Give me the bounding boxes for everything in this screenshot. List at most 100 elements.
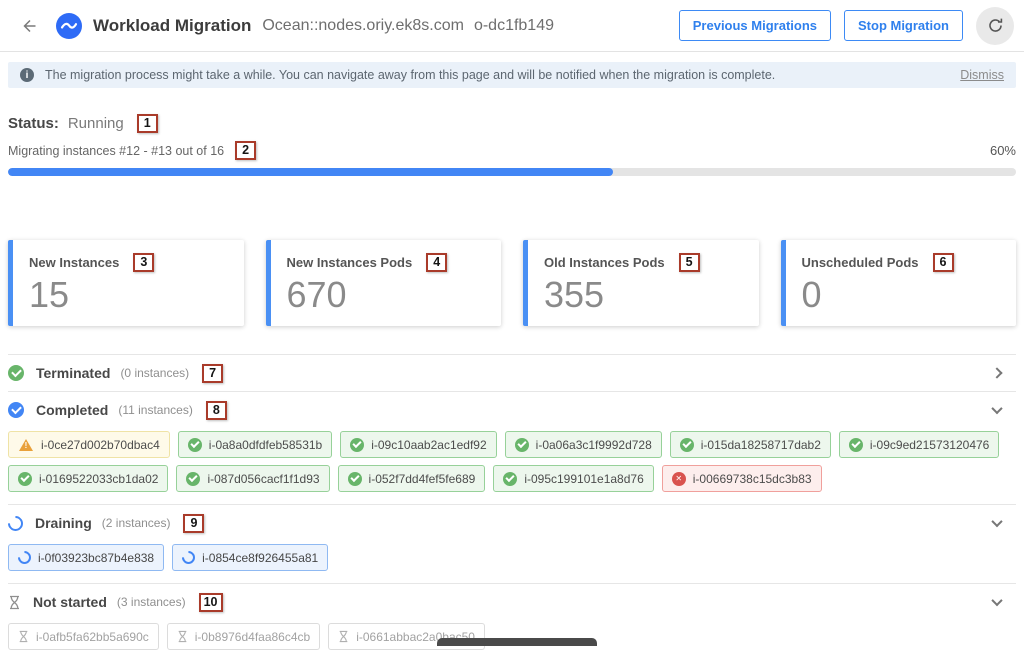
card-new-instances-pods: New Instances Pods 4 670 (266, 240, 502, 326)
cluster-name: Ocean::nodes.oriy.ek8s.com (262, 17, 464, 35)
progress-bar (8, 168, 1016, 176)
arrow-left-icon (20, 17, 38, 35)
card-label: New Instances Pods (287, 255, 413, 270)
instance-sections: Terminated (0 instances) 7 Completed (11… (8, 354, 1016, 650)
section-title: Completed (36, 402, 108, 418)
check-circle-green-icon (350, 438, 364, 452)
annotation-10: 10 (199, 593, 223, 612)
bottom-overlay-bar (437, 638, 597, 646)
chevron-down-icon[interactable] (990, 516, 1004, 530)
dismiss-link[interactable]: Dismiss (960, 68, 1004, 82)
refresh-icon (987, 17, 1004, 34)
annotation-5: 5 (679, 253, 700, 272)
hourglass-icon (338, 630, 349, 643)
section-completed: Completed (11 instances) 8 i-0ce27d002b7… (8, 391, 1016, 492)
hourglass-icon (8, 595, 21, 610)
top-bar: Workload Migration Ocean::nodes.oriy.ek8… (0, 0, 1024, 52)
progress-percent-label: 60% (990, 143, 1016, 158)
section-title: Draining (35, 515, 92, 531)
annotation-1: 1 (137, 114, 158, 133)
check-circle-green-icon (8, 365, 24, 381)
chevron-down-icon[interactable] (990, 403, 1004, 417)
instance-chip: i-00669738c15dc3b83 (662, 465, 822, 492)
section-count: (3 instances) (117, 595, 186, 609)
instance-chip: i-0169522033cb1da02 (8, 465, 168, 492)
section-title: Terminated (36, 365, 110, 381)
info-banner: The migration process might take a while… (8, 62, 1016, 88)
stop-migration-button[interactable]: Stop Migration (844, 10, 963, 41)
instance-chip: i-0a06a3c1f9992d728 (505, 431, 662, 458)
instance-chip: i-052f7dd4fef5fe689 (338, 465, 486, 492)
instance-chip: i-0f03923bc87b4e838 (8, 544, 164, 571)
card-new-instances: New Instances 3 15 (8, 240, 244, 326)
previous-migrations-button[interactable]: Previous Migrations (679, 10, 831, 41)
info-icon (20, 68, 34, 82)
instance-chip: i-015da18258717dab2 (670, 431, 831, 458)
status-label: Status: (8, 115, 59, 132)
main-content: Status: Running 1 Migrating instances #1… (0, 114, 1024, 650)
spinner-icon (179, 548, 197, 566)
instance-chip: i-087d056cacf1f1d93 (176, 465, 329, 492)
migration-id: o-dc1fb149 (474, 17, 554, 35)
check-circle-green-icon (503, 472, 517, 486)
check-circle-green-icon (680, 438, 694, 452)
instance-chip: i-0ce27d002b70dbac4 (8, 431, 170, 458)
check-circle-green-icon (186, 472, 200, 486)
progress-detail-row: Migrating instances #12 - #13 out of 16 … (8, 141, 1016, 160)
progress-fill (8, 168, 613, 176)
instance-chip: i-0854ce8f926455a81 (172, 544, 328, 571)
chevron-right-icon[interactable] (990, 366, 1004, 380)
check-circle-green-icon (515, 438, 529, 452)
section-draining: Draining (2 instances) 9 i-0f03923bc87b4… (8, 504, 1016, 571)
check-circle-green-icon (188, 438, 202, 452)
annotation-6: 6 (933, 253, 954, 272)
top-bar-actions: Previous Migrations Stop Migration (679, 7, 1014, 45)
page-title: Workload Migration (93, 16, 251, 36)
card-label: New Instances (29, 255, 119, 270)
section-not-started-header[interactable]: Not started (3 instances) 10 (8, 584, 1016, 620)
card-value: 355 (544, 277, 743, 313)
refresh-button[interactable] (976, 7, 1014, 45)
check-circle-blue-icon (8, 402, 24, 418)
card-value: 670 (287, 277, 486, 313)
section-title: Not started (33, 594, 107, 610)
card-old-instances-pods: Old Instances Pods 5 355 (523, 240, 759, 326)
hourglass-icon (177, 630, 188, 643)
card-value: 0 (802, 277, 1001, 313)
section-completed-header[interactable]: Completed (11 instances) 8 (8, 392, 1016, 428)
check-circle-green-icon (18, 472, 32, 486)
section-count: (2 instances) (102, 516, 171, 530)
annotation-4: 4 (426, 253, 447, 272)
warning-triangle-icon (19, 439, 33, 451)
draining-instances-list: i-0f03923bc87b4e838 i-0854ce8f926455a81 (8, 544, 1016, 571)
status-row: Status: Running 1 (8, 114, 1016, 133)
chevron-down-icon[interactable] (990, 595, 1004, 609)
annotation-3: 3 (133, 253, 154, 272)
status-value: Running (68, 115, 124, 132)
section-count: (0 instances) (120, 366, 189, 380)
annotation-9: 9 (183, 514, 204, 533)
spinner-icon (5, 512, 26, 533)
migrating-detail-text: Migrating instances #12 - #13 out of 16 (8, 144, 224, 158)
annotation-2: 2 (235, 141, 256, 160)
back-button[interactable] (16, 13, 42, 39)
spinner-icon (15, 548, 33, 566)
completed-instances-list: i-0ce27d002b70dbac4 i-0a8a0dfdfeb58531b … (8, 431, 1016, 492)
section-terminated: Terminated (0 instances) 7 (8, 354, 1016, 391)
summary-cards: New Instances 3 15 New Instances Pods 4 … (8, 240, 1016, 326)
instance-chip: i-09c9ed21573120476 (839, 431, 999, 458)
instance-chip: i-095c199101e1a8d76 (493, 465, 653, 492)
check-circle-green-icon (849, 438, 863, 452)
section-draining-header[interactable]: Draining (2 instances) 9 (8, 505, 1016, 541)
card-value: 15 (29, 277, 228, 313)
card-label: Old Instances Pods (544, 255, 665, 270)
annotation-7: 7 (202, 364, 223, 383)
hourglass-icon (18, 630, 29, 643)
error-circle-icon (672, 472, 686, 486)
section-terminated-header[interactable]: Terminated (0 instances) 7 (8, 355, 1016, 391)
instance-chip: i-0a8a0dfdfeb58531b (178, 431, 332, 458)
check-circle-green-icon (348, 472, 362, 486)
section-count: (11 instances) (118, 403, 192, 417)
annotation-8: 8 (206, 401, 227, 420)
card-unscheduled-pods: Unscheduled Pods 6 0 (781, 240, 1017, 326)
